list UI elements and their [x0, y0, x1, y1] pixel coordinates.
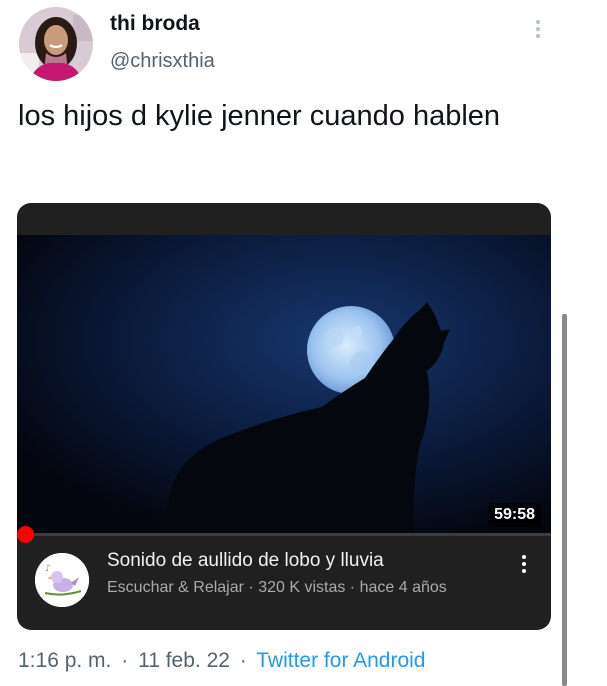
tweet-timestamp: 1:16 p. m. · 11 feb. 22 · Twitter for An…	[18, 649, 426, 673]
tweet-time[interactable]: 1:16 p. m.	[18, 649, 111, 672]
tweet-text: los hijos d kylie jenner cuando hablen	[18, 100, 501, 132]
vertical-dots-icon[interactable]	[532, 18, 544, 40]
progress-bar[interactable]	[17, 533, 551, 536]
view-count: 320 K vistas	[258, 579, 346, 596]
vertical-dots-icon[interactable]	[519, 553, 529, 575]
channel-name[interactable]: Escuchar & Relajar	[107, 579, 244, 596]
tweet-date[interactable]: 11 feb. 22	[138, 649, 230, 672]
video-thumbnail[interactable]: 59:58	[17, 235, 551, 535]
svg-text:♪: ♪	[45, 564, 51, 574]
meta-separator: ·	[349, 579, 356, 596]
timestamp-separator: ·	[121, 649, 129, 672]
timestamp-separator: ·	[239, 649, 247, 672]
meta-separator: ·	[248, 579, 254, 596]
scrollbar[interactable]	[562, 314, 567, 686]
upload-age: hace 4 años	[359, 579, 447, 596]
user-avatar-photo	[19, 7, 93, 81]
youtube-embed-card[interactable]: 59:58 ♪ Sonido de aullido de lobo y lluv…	[17, 203, 551, 630]
bird-icon: ♪	[35, 553, 89, 607]
video-title[interactable]: Sonido de aullido de lobo y lluvia	[107, 550, 384, 572]
tweet-source-link[interactable]: Twitter for Android	[256, 649, 425, 672]
wolf-howling-image	[17, 235, 551, 535]
video-duration: 59:58	[488, 503, 541, 527]
user-avatar[interactable]	[19, 7, 93, 81]
channel-avatar[interactable]: ♪	[35, 553, 89, 607]
display-name[interactable]: thi broda	[110, 12, 200, 36]
progress-scrubber[interactable]	[17, 526, 34, 543]
video-meta: Escuchar & Relajar · 320 K vistas · hace…	[107, 579, 447, 597]
user-handle[interactable]: @chrisxthia	[110, 50, 215, 73]
